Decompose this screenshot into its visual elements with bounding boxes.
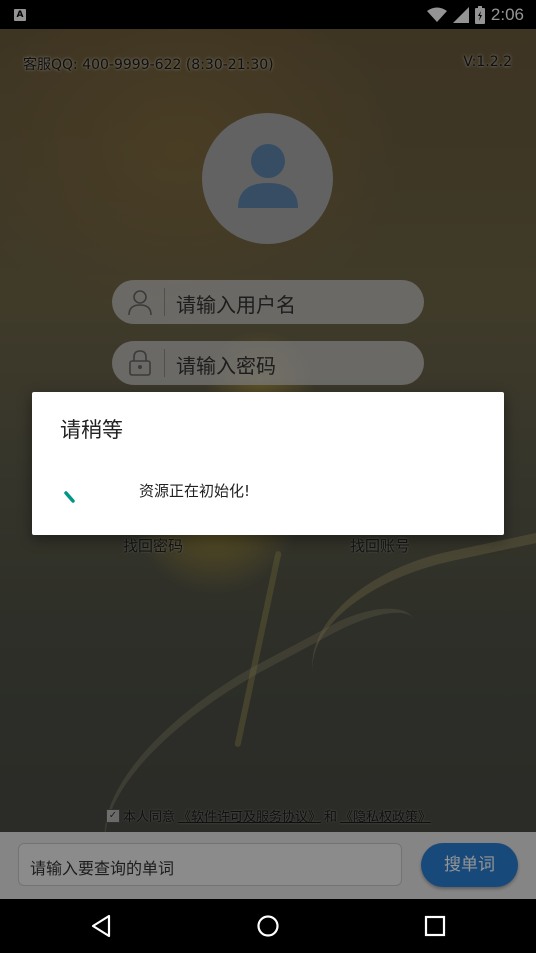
home-icon[interactable] xyxy=(256,914,280,938)
loading-dialog: 请稍等 资源正在初始化! xyxy=(32,392,504,535)
back-icon[interactable] xyxy=(90,914,112,938)
dialog-message: 资源正在初始化! xyxy=(139,482,251,500)
screen: A 2:06 客服QQ: 400-9999-622 (8:30-21:30) V… xyxy=(0,0,536,953)
dialog-title: 请稍等 xyxy=(60,418,123,442)
loading-spinner-icon xyxy=(64,491,75,503)
recents-icon[interactable] xyxy=(424,915,446,937)
navigation-bar xyxy=(0,899,536,953)
